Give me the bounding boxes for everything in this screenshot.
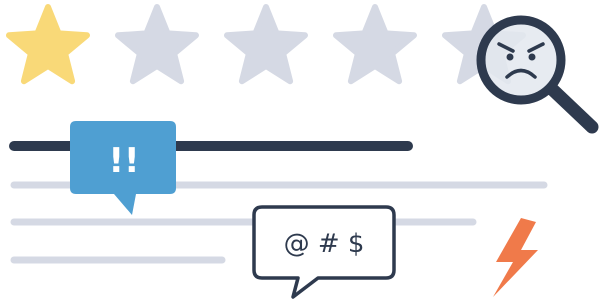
star-icon bbox=[333, 4, 417, 85]
star-rating bbox=[6, 4, 526, 85]
symbols-text: @ # $ bbox=[284, 229, 365, 259]
star-icon bbox=[115, 4, 199, 85]
star-icon bbox=[224, 4, 308, 85]
alert-callout: !! bbox=[70, 121, 176, 215]
review-illustration: !! @ # $ bbox=[6, 4, 599, 299]
alert-text: !! bbox=[108, 141, 139, 181]
magnifying-glass-icon bbox=[476, 15, 599, 134]
star-icon bbox=[6, 4, 90, 85]
symbols-callout: @ # $ bbox=[252, 205, 396, 299]
lightning-bolt-icon bbox=[493, 218, 538, 297]
